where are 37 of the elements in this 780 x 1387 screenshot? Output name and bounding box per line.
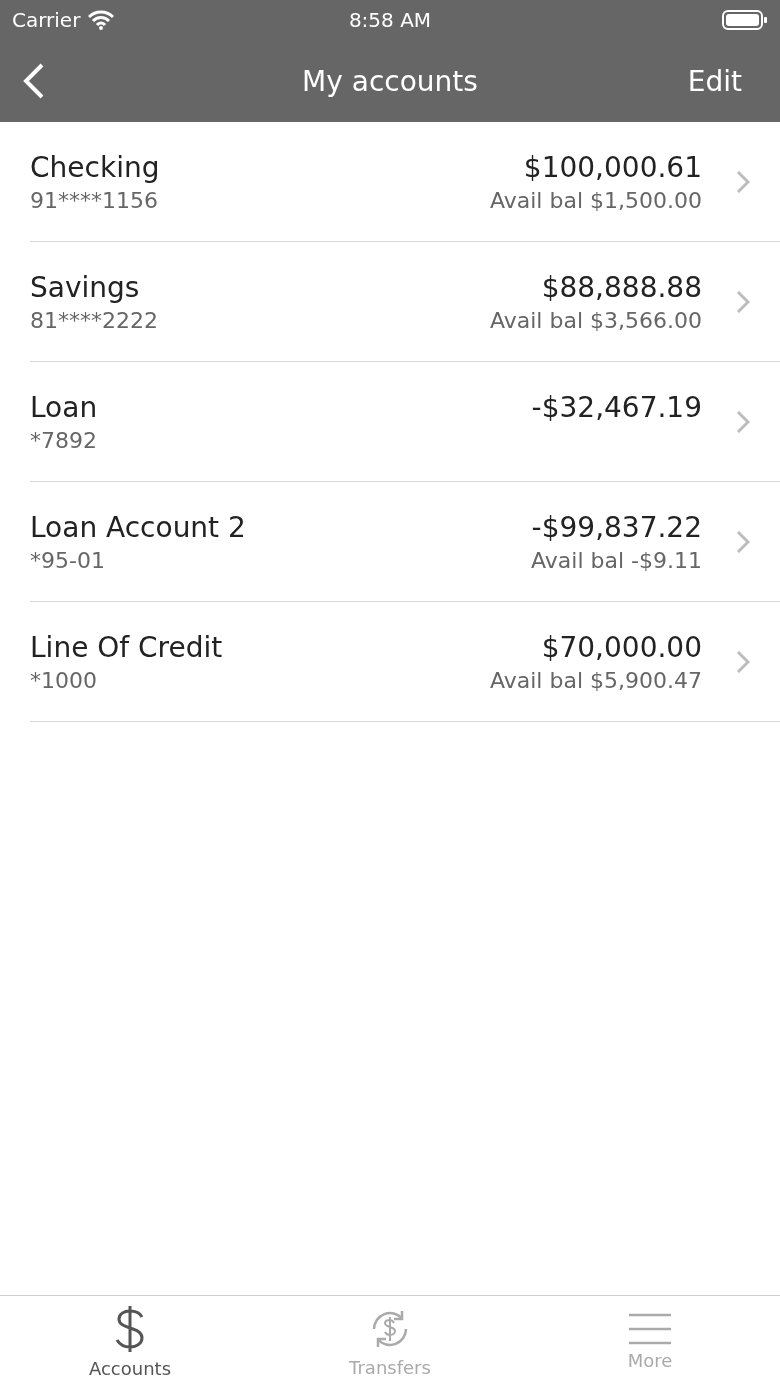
available-balance: Avail bal $3,566.00: [490, 307, 702, 333]
chevron-icon: [736, 289, 750, 314]
account-name: Savings: [30, 270, 140, 304]
battery-icon: [722, 9, 768, 31]
account-balance: $100,000.61: [523, 150, 702, 184]
carrier-label: Carrier: [12, 8, 81, 32]
account-row[interactable]: Checking 91****1156 $100,000.61 Avail bal $1,500.00: [30, 122, 780, 242]
account-balance: -$99,837.22: [531, 510, 702, 544]
account-name: Line Of Credit: [30, 630, 223, 664]
screen-title: My accounts: [302, 64, 478, 98]
account-balance: $70,000.00: [541, 630, 702, 664]
available-balance: Avail bal $1,500.00: [490, 187, 702, 213]
chevron-icon: [736, 649, 750, 674]
account-number: 91****1156: [30, 187, 158, 213]
account-name: Loan: [30, 390, 98, 424]
account-number: 81****2222: [30, 307, 158, 333]
account-number: *95-01: [30, 547, 105, 573]
edit-button[interactable]: Edit: [687, 64, 760, 98]
account-row[interactable]: Savings 81****2222 $88,888.88 Avail bal $3,566.00: [30, 242, 780, 362]
status-time: 8:58 AM: [348, 8, 432, 32]
account-balance: -$32,467.19: [531, 390, 702, 424]
wifi-icon: [88, 10, 115, 30]
available-balance: Avail bal $5,900.47: [490, 667, 702, 693]
account-row[interactable]: Loan Account 2 *95-01 -$99,837.22 Avail bal -$9.11: [30, 482, 780, 602]
account-number: *7892: [30, 427, 97, 453]
account-name: Checking: [30, 150, 160, 184]
chevron-icon: [736, 529, 750, 554]
menu-icon: [627, 1312, 673, 1346]
tab[interactable]: Accounts: [0, 1296, 260, 1387]
account-balance: $88,888.88: [541, 270, 702, 304]
chevron-icon: [736, 169, 750, 194]
account-row[interactable]: Line Of Credit *1000 $70,000.00 Avail bal $5,900.47: [30, 602, 780, 722]
account-row[interactable]: Loan *7892 -$32,467.19: [30, 362, 780, 482]
account-number: *1000: [30, 667, 97, 693]
chevron-icon: [736, 409, 750, 434]
available-balance: Avail bal -$9.11: [531, 547, 702, 573]
account-name: Loan Account 2: [30, 510, 246, 544]
